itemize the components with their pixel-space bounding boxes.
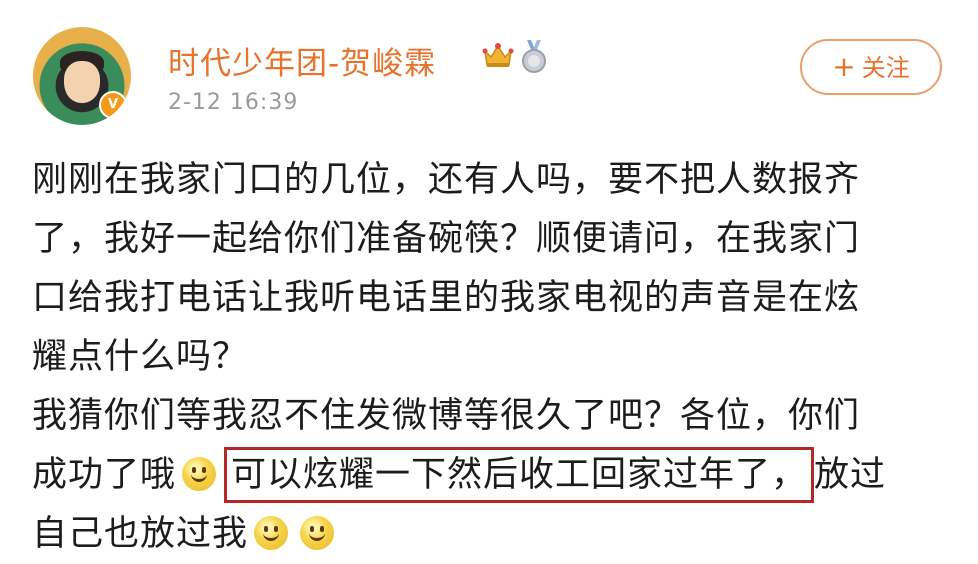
follow-button[interactable]: + 关注 <box>800 39 942 95</box>
post-line: 刚刚在我家门口的几位，还有人吗，要不把人数报齐 <box>32 160 861 200</box>
post-timestamp: 2-12 16:39 <box>168 90 299 115</box>
crown-icon <box>482 43 514 67</box>
post-text: 放过 <box>814 455 887 495</box>
weibo-post: V 时代少年团-贺峻霖 2-12 16:39 + 关注 刚刚在我家门口的几位，还有… <box>0 0 978 554</box>
smile-emoji-icon <box>300 516 335 550</box>
post-line: 口给我打电话让我听电话里的我家电视的声音是在炫 <box>32 278 861 318</box>
smile-emoji-icon <box>182 457 217 491</box>
verified-badge-icon: V <box>99 91 127 119</box>
post-text: 成功了哦 <box>32 455 177 495</box>
post-text: 自己也放过我 <box>32 514 249 554</box>
plus-icon: + <box>832 50 856 83</box>
avatar-face <box>64 61 100 101</box>
medal-icon <box>522 40 546 73</box>
post-line: 了，我好一起给你们准备碗筷？顺便请问，在我家门 <box>32 219 861 259</box>
post-line: 成功了哦 可以炫耀一下然后收工回家过年了， 放过 <box>32 446 952 505</box>
post-line: 自己也放过我 <box>32 505 952 564</box>
smile-emoji-icon <box>254 516 289 550</box>
post-line: 耀点什么吗？ <box>32 337 249 377</box>
follow-label: 关注 <box>861 54 910 82</box>
highlighted-text: 可以炫耀一下然后收工回家过年了， <box>224 447 815 503</box>
post-body: 刚刚在我家门口的几位，还有人吗，要不把人数报齐 了，我好一起给你们准备碗筷？顺便… <box>32 151 952 564</box>
avatar[interactable]: V <box>33 27 131 125</box>
username[interactable]: 时代少年团-贺峻霖 <box>168 38 436 83</box>
post-line: 我猜你们等我忍不住发微博等很久了吧？各位，你们 <box>32 396 861 436</box>
